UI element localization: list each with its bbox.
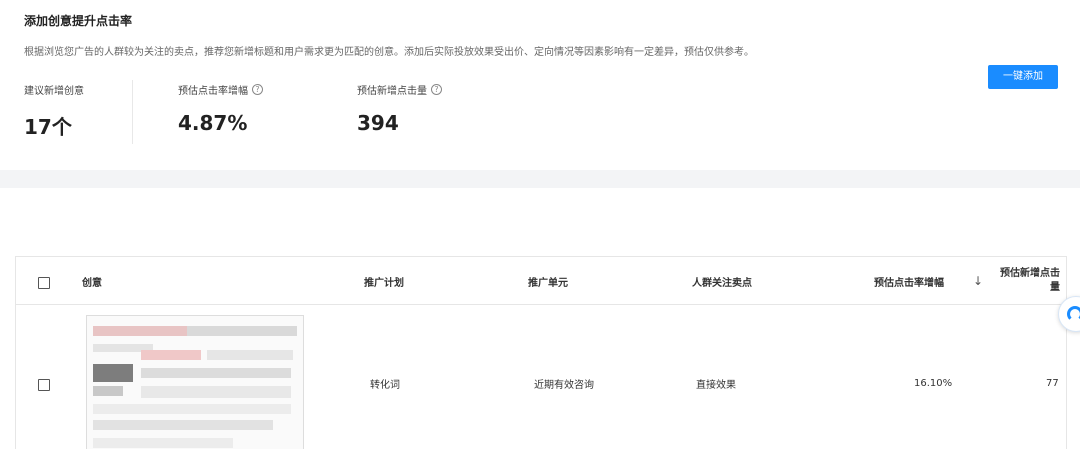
stat-new-clicks: 预估新增点击量? 394 <box>357 82 442 135</box>
page-description: 根据浏览您广告的人群较为关注的卖点，推荐您新增标题和用户需求更为匹配的创意。添加… <box>24 47 754 58</box>
section-divider-band <box>0 170 1080 188</box>
row-checkbox[interactable] <box>38 379 50 391</box>
creative-preview-image[interactable] <box>86 315 304 449</box>
stat-value: 394 <box>357 111 399 135</box>
creatives-table: 创意 推广计划 推广单元 人群关注卖点 预估点击率增幅 ↓ 预估新增点击 量 转… <box>15 256 1067 449</box>
cell-selling-point: 直接效果 <box>696 379 736 391</box>
help-icon[interactable]: ? <box>431 84 442 95</box>
column-header-plan: 推广计划 <box>364 277 404 289</box>
column-header-text: 量 <box>1050 282 1060 293</box>
stat-value: 4.87% <box>178 111 248 135</box>
stat-label: 预估点击率增幅 <box>178 86 248 97</box>
page-title: 添加创意提升点击率 <box>24 14 133 28</box>
column-header-creative: 创意 <box>82 277 102 289</box>
sort-arrow-icon[interactable]: ↓ <box>973 257 983 305</box>
column-header-selling-point: 人群关注卖点 <box>692 277 752 289</box>
stat-label: 建议新增创意 <box>24 86 84 97</box>
select-all-checkbox[interactable] <box>38 277 50 289</box>
cell-plan: 转化词 <box>370 379 400 391</box>
column-header-unit: 推广单元 <box>528 277 568 289</box>
table-header: 创意 推广计划 推广单元 人群关注卖点 预估点击率增幅 ↓ 预估新增点击 量 <box>16 257 1066 305</box>
stat-divider <box>132 80 133 144</box>
cell-unit: 近期有效咨询 <box>534 379 594 391</box>
help-icon[interactable]: ? <box>252 84 263 95</box>
headset-icon <box>1067 306 1080 322</box>
column-header-text: 预估新增点击 <box>1000 268 1060 279</box>
stat-ctr-increase: 预估点击率增幅? 4.87% <box>178 82 263 135</box>
add-all-button[interactable]: 一键添加 <box>988 65 1058 89</box>
column-header-ctr-increase: 预估点击率增幅 <box>874 277 944 289</box>
stat-value: 17个 <box>24 115 72 139</box>
stat-suggested-creatives: 建议新增创意 17个 <box>24 82 84 140</box>
stat-label: 预估新增点击量 <box>357 86 427 97</box>
column-header-new-clicks: 预估新增点击 量 <box>992 257 1060 305</box>
cell-new-clicks: 77 <box>1046 377 1059 389</box>
header-section: 添加创意提升点击率 根据浏览您广告的人群较为关注的卖点，推荐您新增标题和用户需求… <box>0 0 1080 170</box>
table-row: 转化词 近期有效咨询 直接效果 16.10% 77 <box>16 305 1066 449</box>
cell-ctr-increase: 16.10% <box>914 377 953 389</box>
